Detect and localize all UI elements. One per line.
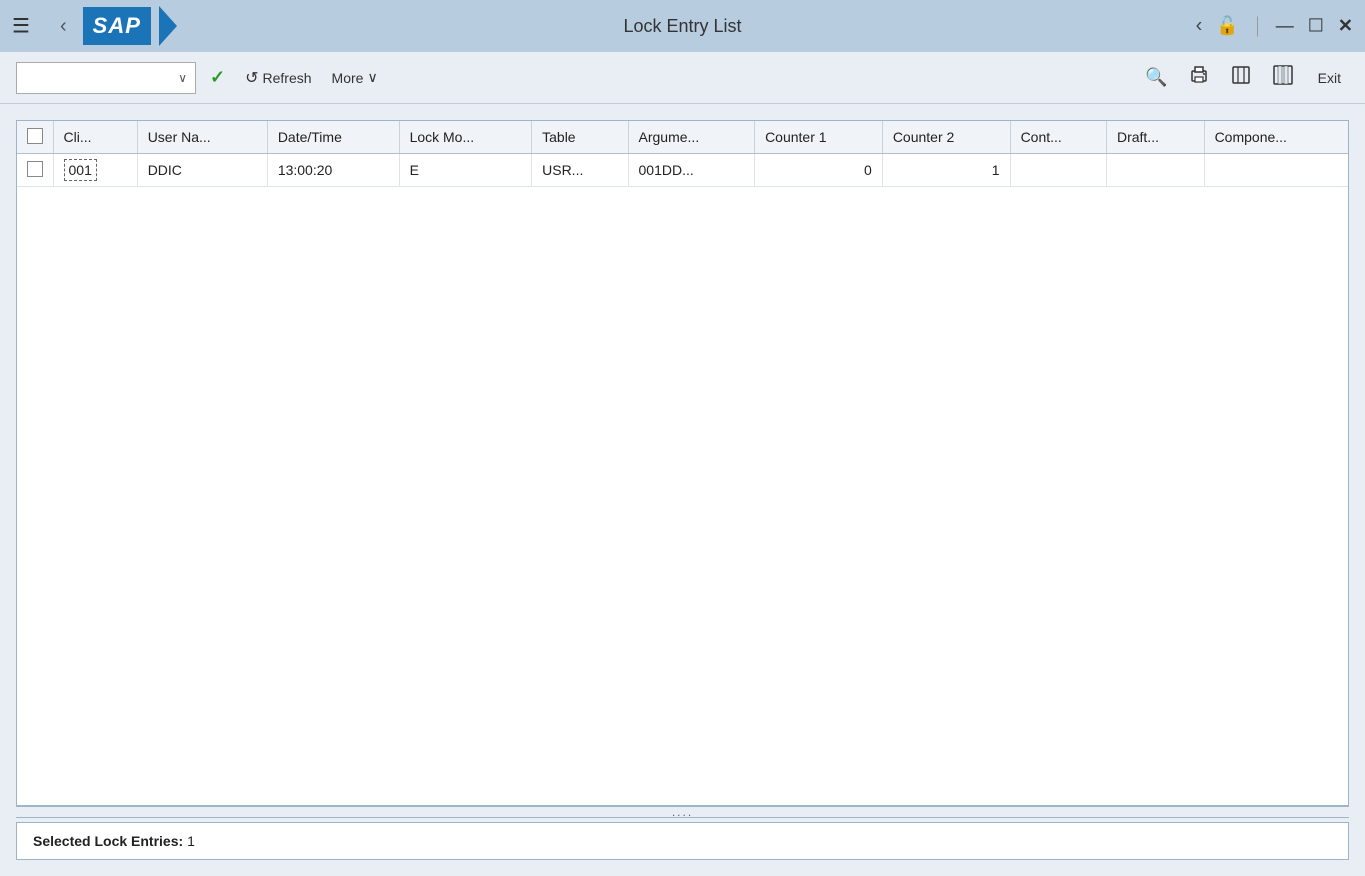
back-nav-icon[interactable]: ‹	[1196, 15, 1203, 38]
search-button[interactable]: 🔍	[1141, 63, 1171, 92]
title-bar: ☰ ‹ SAP Lock Entry List ‹ 🔓 — ☐ ✕	[0, 0, 1365, 52]
row-counter1-cell: 0	[755, 154, 883, 187]
row-username-cell: DDIC	[137, 154, 267, 187]
hamburger-menu[interactable]: ☰	[12, 14, 30, 39]
more-label: More	[332, 70, 364, 86]
toolbar: ∨ ✓ ↺ Refresh More ∨ 🔍	[0, 52, 1365, 104]
status-bar: Selected Lock Entries: 1	[16, 822, 1349, 860]
row-component-cell	[1204, 154, 1348, 187]
col-datetime: Date/Time	[267, 121, 399, 154]
row-select-cell[interactable]	[17, 154, 53, 187]
col-argument: Argume...	[628, 121, 755, 154]
maximize-button[interactable]: ☐	[1308, 16, 1324, 37]
refresh-icon: ↺	[245, 68, 258, 88]
sap-logo-text: SAP	[93, 13, 141, 39]
row-lockmode-cell: E	[399, 154, 532, 187]
dropdown-arrow-icon: ∨	[178, 71, 187, 85]
col-table: Table	[532, 121, 628, 154]
print-button[interactable]	[1184, 60, 1214, 95]
row-datetime-cell: 13:00:20	[267, 154, 399, 187]
row-checkbox[interactable]	[27, 161, 43, 177]
client-value: 001	[64, 159, 97, 181]
window-controls: ‹ 🔓 — ☐ ✕	[1196, 15, 1353, 38]
toolbar-right: 🔍 Exit	[1141, 60, 1349, 95]
sap-logo: ‹ SAP	[60, 6, 177, 46]
lock-icon: 🔓	[1216, 16, 1238, 37]
toolbar-dropdown[interactable]: ∨	[16, 62, 196, 94]
close-button[interactable]: ✕	[1338, 16, 1353, 37]
lock-entry-table: Cli... User Na... Date/Time Lock Mo... T…	[17, 121, 1348, 187]
refresh-label: Refresh	[263, 70, 312, 86]
col-cont: Cont...	[1010, 121, 1106, 154]
resize-dots: ....	[672, 805, 693, 819]
main-content: Cli... User Na... Date/Time Lock Mo... T…	[0, 104, 1365, 876]
row-cont-cell	[1010, 154, 1106, 187]
status-label: Selected Lock Entries:	[33, 833, 183, 849]
refresh-button[interactable]: ↺ Refresh	[239, 64, 317, 92]
col-client: Cli...	[53, 121, 137, 154]
confirm-button[interactable]: ✓	[204, 63, 231, 92]
resize-handle[interactable]: ....	[16, 806, 1349, 818]
row-counter2-cell: 1	[882, 154, 1010, 187]
exit-button[interactable]: Exit	[1310, 66, 1349, 90]
row-draft-cell	[1106, 154, 1204, 187]
col-select	[17, 121, 53, 154]
sap-logo-box: SAP	[83, 7, 151, 45]
table-row: 001 DDIC 13:00:20 E USR... 001DD... 0 1	[17, 154, 1348, 187]
status-value: 1	[187, 833, 195, 849]
col-component: Compone...	[1204, 121, 1348, 154]
row-argument-cell: 001DD...	[628, 154, 755, 187]
col-counter2: Counter 2	[882, 121, 1010, 154]
table-container: Cli... User Na... Date/Time Lock Mo... T…	[16, 120, 1349, 806]
back-button[interactable]: ‹	[60, 15, 67, 38]
col-lockmode: Lock Mo...	[399, 121, 532, 154]
check-icon: ✓	[210, 67, 225, 88]
minimize-button[interactable]: —	[1276, 16, 1294, 37]
page-title: Lock Entry List	[623, 16, 741, 37]
row-table-cell: USR...	[532, 154, 628, 187]
table-header: Cli... User Na... Date/Time Lock Mo... T…	[17, 121, 1348, 154]
select-all-checkbox[interactable]	[27, 128, 43, 144]
export-button[interactable]	[1226, 60, 1256, 95]
row-client-cell: 001	[53, 154, 137, 187]
import-button[interactable]	[1268, 60, 1298, 95]
more-arrow-icon: ∨	[367, 69, 377, 86]
col-draft: Draft...	[1106, 121, 1204, 154]
table-body: 001 DDIC 13:00:20 E USR... 001DD... 0 1	[17, 154, 1348, 187]
more-button[interactable]: More ∨	[326, 65, 384, 90]
sap-logo-triangle	[159, 6, 177, 46]
col-counter1: Counter 1	[755, 121, 883, 154]
col-username: User Na...	[137, 121, 267, 154]
